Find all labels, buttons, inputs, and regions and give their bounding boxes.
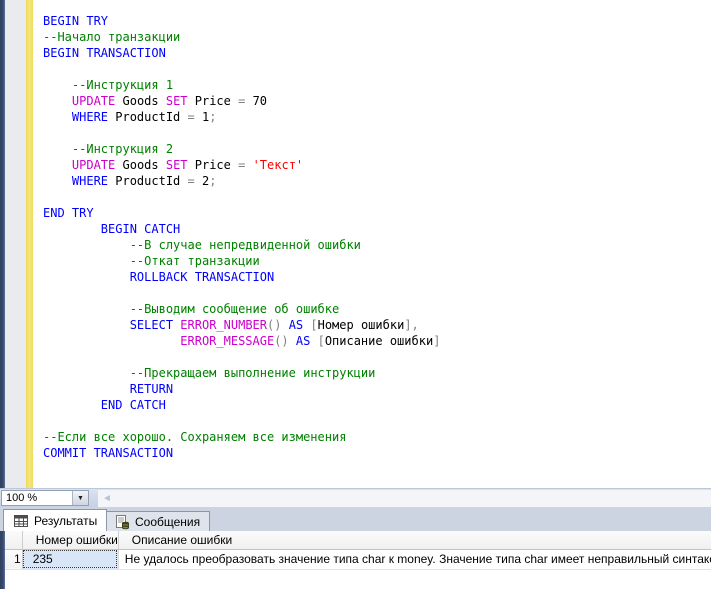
sql-editor[interactable]: BEGIN TRY--Начало транзакцииBEGIN TRANSA… [5,0,711,488]
tab-messages[interactable]: Сообщения [104,511,210,531]
column-header-error-message[interactable]: Описание ошибки [118,531,711,549]
row-header[interactable]: 1 [5,549,22,569]
grid-header-row: Номер ошибки Описание ошибки [5,531,711,549]
chevron-down-icon[interactable]: ▼ [72,491,88,505]
sql-code-text[interactable]: BEGIN TRY--Начало транзакцииBEGIN TRANSA… [43,13,440,461]
cell-error-number[interactable]: 235 [22,549,118,569]
messages-icon [114,514,130,530]
ssms-query-window: BEGIN TRY--Начало транзакцииBEGIN TRANSA… [0,0,711,589]
tab-results[interactable]: Результаты [3,509,107,531]
results-tabbar: Результаты Сообщения [0,507,711,531]
editor-status-strip: 100 % ▼ ◄ [0,488,711,507]
results-grid: Номер ошибки Описание ошибки 1 235 Не уд… [5,531,711,589]
results-grid-icon [13,513,29,529]
tab-messages-label: Сообщения [135,515,200,529]
horizontal-scrollbar[interactable]: ◄ [98,490,711,507]
tab-results-label: Результаты [34,514,97,528]
column-header-error-number[interactable]: Номер ошибки [22,531,118,549]
change-tracking-bar [26,0,33,488]
editor-gutter [5,0,26,488]
table-row: 1 235 Не удалось преобразовать значение … [5,549,711,569]
cell-error-message[interactable]: Не удалось преобразовать значение типа c… [118,549,711,569]
grid-corner-cell[interactable] [5,531,22,549]
zoom-level-value: 100 % [2,492,72,504]
zoom-level-select[interactable]: 100 % ▼ [1,490,89,506]
scroll-left-icon[interactable]: ◄ [102,492,112,505]
